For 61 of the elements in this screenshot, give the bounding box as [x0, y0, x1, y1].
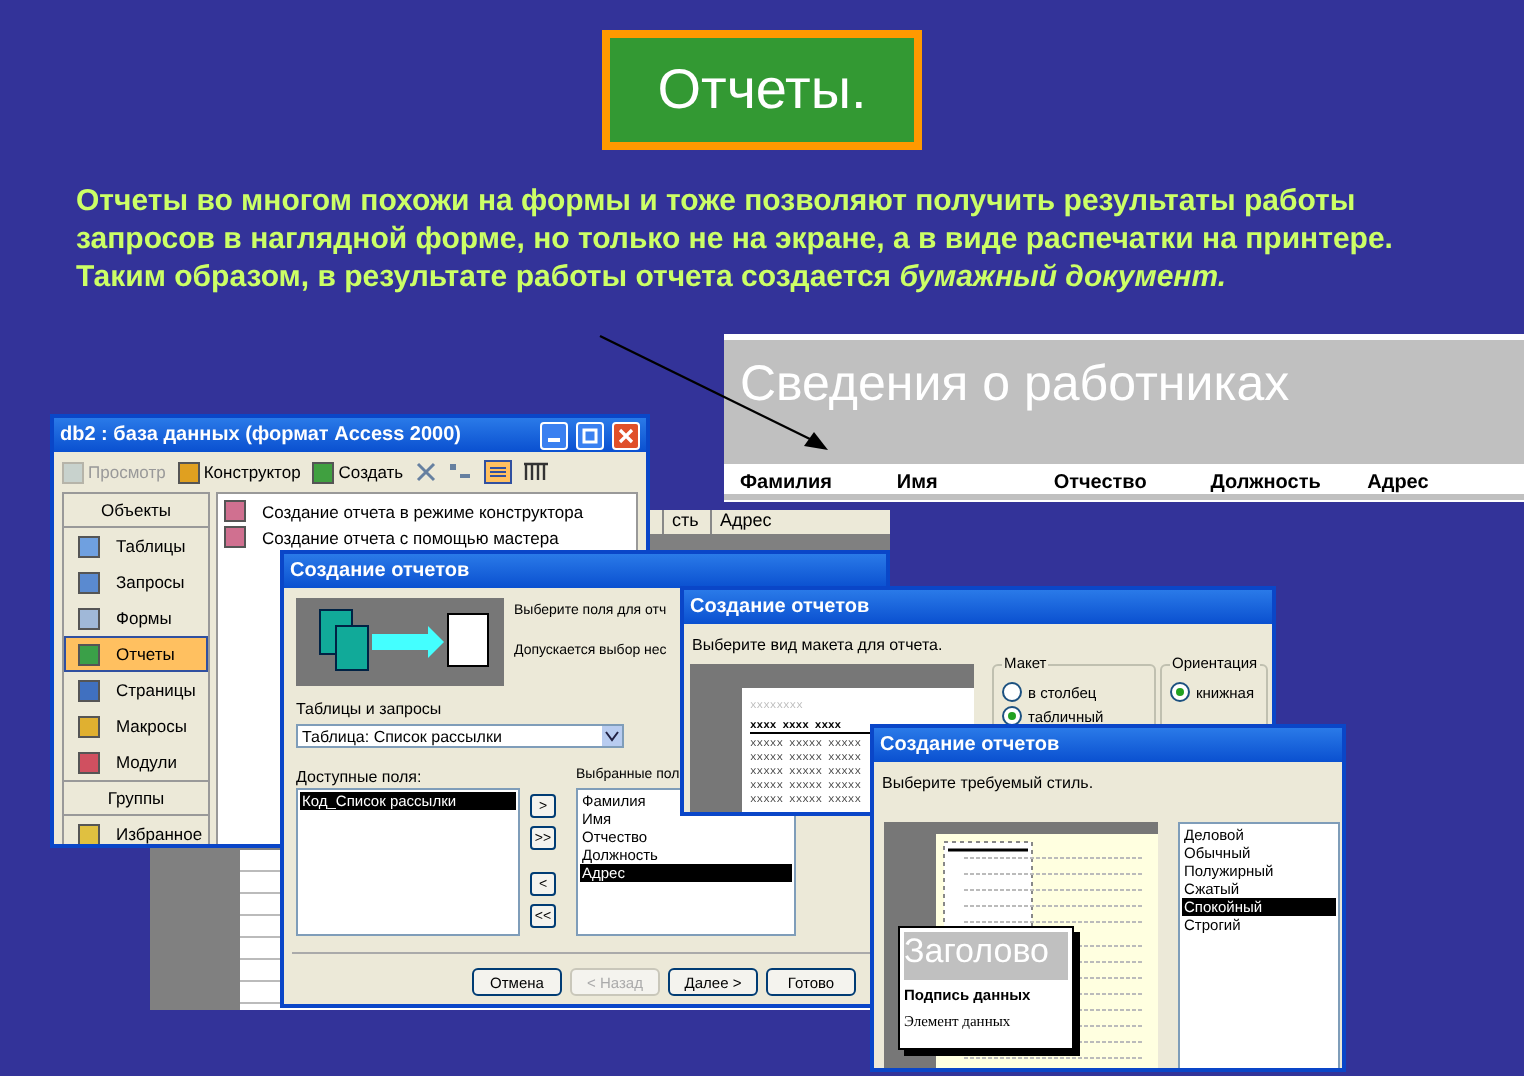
group-item[interactable]: Избранное [64, 816, 208, 844]
dropdown-icon [602, 726, 622, 746]
object-item[interactable]: Макросы [64, 708, 208, 744]
toolbar-icon [62, 461, 84, 483]
report-title: Сведения о работниках [740, 356, 1290, 412]
column-heading: Имя [896, 472, 940, 494]
slide-title: Отчеты. [602, 30, 922, 150]
toolbar-button[interactable]: Конструктор [177, 461, 301, 483]
wizard-prompt: Выберите требуемый стиль. [882, 774, 1094, 792]
close-button[interactable] [612, 421, 640, 449]
object-icon [78, 751, 100, 773]
object-item[interactable]: Запросы [64, 564, 208, 600]
list-item[interactable]: Создание отчета с помощью мастера [224, 526, 630, 548]
column-heading: Фамилия [740, 472, 834, 494]
column-heading: Должность [1210, 472, 1323, 494]
column-heading: Адрес [710, 510, 890, 534]
wizard-prompt: Выберите вид макета для отчета. [692, 636, 943, 654]
objects-header: Объекты [64, 494, 208, 528]
window-title: Создание отчетов [690, 596, 872, 618]
column-heading: Отчество [1053, 472, 1149, 494]
field-label: Доступные поля: [296, 768, 422, 786]
folder-icon [78, 823, 100, 844]
report-icon [224, 500, 246, 522]
toolbar-icon [312, 461, 335, 483]
toolbar-button[interactable]: Создать [312, 461, 404, 483]
object-item[interactable]: Отчеты [64, 636, 208, 672]
radio-button[interactable] [1002, 706, 1022, 726]
column-heading: Адрес [1367, 472, 1431, 494]
object-icon [78, 535, 100, 557]
window-title: Создание отчетов [880, 734, 1062, 756]
field-label: Таблицы и запросы [296, 700, 442, 718]
object-item[interactable]: Формы [64, 600, 208, 636]
maximize-icon [582, 427, 598, 443]
radio-button[interactable] [1002, 682, 1022, 702]
callout-heading: Заголово [904, 932, 1068, 980]
window-title: db2 : база данных (формат Access 2000) [60, 424, 463, 446]
object-icon [78, 571, 100, 593]
object-item[interactable]: Таблицы [64, 528, 208, 564]
list-item[interactable]: Создание отчета в режиме конструктора [224, 500, 630, 522]
groups-header: Группы [64, 780, 208, 816]
table-select[interactable]: Таблица: Список рассылки [296, 724, 624, 748]
object-icon [78, 607, 100, 629]
object-icon [78, 715, 100, 737]
minimize-icon [548, 438, 560, 442]
window-title: Создание отчетов [290, 560, 472, 582]
object-icon [78, 679, 100, 701]
radio-button[interactable] [1170, 682, 1190, 702]
column-heading: сть [662, 510, 710, 534]
details-view-icon[interactable] [523, 462, 548, 482]
minimize-button[interactable] [540, 421, 568, 449]
close-icon [618, 427, 634, 443]
list-view-icon[interactable] [483, 460, 512, 484]
object-item[interactable]: Модули [64, 744, 208, 780]
object-item[interactable]: Страницы [64, 672, 208, 708]
object-icon [78, 643, 100, 665]
toolbar-icon [177, 461, 200, 483]
slide-text: Отчеты во многом похожи на формы и тоже позволяют получить результаты работы запросов в наглядной форме, но только не на экране, а в виде распечатки на принтере. Таким образом, в результате работы отчета создается бумажный документ. [76, 182, 1395, 296]
delete-icon[interactable] [415, 462, 436, 482]
view-icon[interactable] [447, 464, 472, 480]
maximize-button[interactable] [576, 421, 604, 449]
report-icon [224, 526, 246, 548]
